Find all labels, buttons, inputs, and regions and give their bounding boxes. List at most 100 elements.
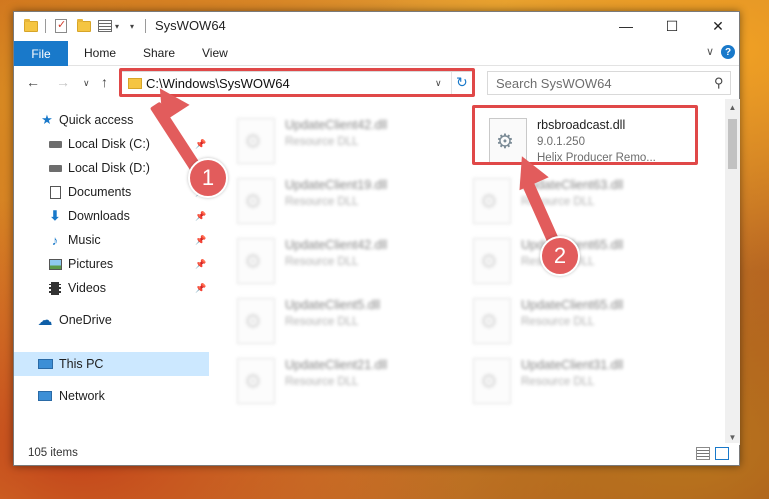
pictures-icon	[47, 256, 63, 272]
sidebar-item-quick-access[interactable]: ★ Quick access	[14, 108, 209, 132]
customize-quick-access-icon[interactable]: ▾	[130, 18, 134, 34]
file-item[interactable]: UpdateClient65.dll Resource DLL	[473, 234, 703, 292]
sidebar-item-label: Music	[68, 233, 101, 247]
sidebar-item-downloads[interactable]: ⬇ Downloads 📌	[14, 204, 209, 228]
sidebar-item-local-disk-d[interactable]: Local Disk (D:)	[14, 156, 209, 180]
sidebar-item-this-pc[interactable]: This PC	[14, 352, 209, 376]
dll-file-icon	[473, 358, 511, 404]
recent-locations-icon[interactable]: ∨	[83, 78, 90, 89]
dll-file-icon	[237, 298, 275, 344]
step-2-badge: 2	[540, 236, 580, 276]
file-name: UpdateClient42.dll	[285, 238, 388, 252]
drive-icon	[47, 136, 63, 152]
file-type: Resource DLL	[285, 196, 359, 208]
file-type: Resource DLL	[285, 256, 359, 268]
dll-file-icon	[473, 298, 511, 344]
quick-access-separator	[45, 18, 46, 34]
downloads-icon: ⬇	[49, 208, 61, 223]
scroll-up-icon[interactable]: ▲	[725, 99, 740, 115]
star-icon: ★	[41, 112, 53, 127]
ribbon-tabs: File Home Share View ∨ ?	[14, 40, 739, 66]
item-count: 105 items	[28, 447, 78, 459]
view-icon[interactable]	[98, 18, 112, 34]
file-item[interactable]: UpdateClient42.dll Resource DLL	[237, 114, 467, 172]
minimize-button[interactable]: —	[603, 12, 649, 40]
file-type: Resource DLL	[285, 136, 359, 148]
folder-icon	[24, 18, 38, 34]
file-item[interactable]: UpdateClient19.dll Resource DLL	[237, 174, 467, 232]
sidebar-item-music[interactable]: ♪ Music 📌	[14, 228, 209, 252]
large-icons-view-icon[interactable]	[715, 447, 729, 460]
sidebar-item-label: OneDrive	[59, 313, 112, 327]
tab-view[interactable]: View	[202, 46, 228, 60]
file-highlight	[472, 105, 698, 165]
tab-home[interactable]: Home	[84, 46, 116, 60]
sidebar-item-network[interactable]: Network	[14, 384, 209, 408]
sidebar-item-label: This PC	[59, 357, 104, 371]
network-icon	[37, 388, 53, 404]
sidebar-item-onedrive[interactable]: ☁ OneDrive	[14, 308, 209, 332]
music-icon: ♪	[51, 232, 59, 248]
tab-share[interactable]: Share	[143, 46, 175, 60]
file-item[interactable]: UpdateClient31.dll Resource DLL	[473, 354, 703, 412]
file-name: UpdateClient31.dll	[521, 358, 624, 372]
sidebar-item-label: Documents	[68, 185, 132, 199]
sidebar-item-documents[interactable]: Documents 📌	[14, 180, 209, 204]
drive-icon	[47, 160, 63, 176]
sidebar-item-videos[interactable]: Videos 📌	[14, 276, 209, 300]
customize-toolbar-dropdown-icon[interactable]: ▾	[115, 18, 119, 34]
dll-file-icon	[473, 178, 511, 224]
pin-icon[interactable]: 📌	[195, 235, 206, 246]
scrollbar-thumb[interactable]	[728, 119, 737, 169]
search-icon[interactable]: ⚲	[714, 75, 724, 91]
videos-icon	[47, 280, 63, 296]
vertical-scrollbar[interactable]: ▲ ▼	[725, 99, 740, 445]
pin-icon[interactable]: 📌	[195, 283, 206, 294]
title-separator	[145, 18, 146, 34]
sidebar-item-label: Videos	[68, 281, 106, 295]
file-type: Resource DLL	[285, 316, 359, 328]
dll-file-icon	[237, 118, 275, 164]
file-item[interactable]: UpdateClient65.dll Resource DLL	[473, 294, 703, 352]
dll-file-icon	[237, 358, 275, 404]
up-arrow-icon[interactable]: ↑	[101, 74, 108, 90]
pin-icon[interactable]: 📌	[195, 139, 206, 150]
file-item[interactable]: UpdateClient63.dll Resource DLL	[473, 174, 703, 232]
file-name: UpdateClient65.dll	[521, 298, 624, 312]
expand-ribbon-icon[interactable]: ∨	[706, 45, 714, 58]
new-folder-icon[interactable]	[77, 18, 91, 34]
documents-icon	[47, 184, 63, 200]
properties-icon[interactable]	[55, 18, 67, 34]
search-box[interactable]: Search SysWOW64 ⚲	[487, 71, 731, 95]
file-type: Resource DLL	[521, 316, 595, 328]
help-icon[interactable]: ?	[721, 45, 735, 59]
sidebar-item-label: Quick access	[59, 113, 134, 127]
step-1-badge: 1	[188, 158, 228, 198]
dll-file-icon	[237, 238, 275, 284]
pin-icon[interactable]: 📌	[195, 211, 206, 222]
forward-arrow-icon[interactable]: →	[56, 74, 70, 90]
status-bar: 105 items	[14, 443, 739, 465]
sidebar-item-pictures[interactable]: Pictures 📌	[14, 252, 209, 276]
onedrive-icon: ☁	[37, 312, 53, 329]
file-item[interactable]: UpdateClient5.dll Resource DLL	[237, 294, 467, 352]
sidebar-item-label: Local Disk (D:)	[68, 161, 150, 175]
file-type: Resource DLL	[285, 376, 359, 388]
back-arrow-icon[interactable]: ←	[26, 74, 40, 90]
close-button[interactable]: ✕	[695, 12, 741, 40]
file-type: Resource DLL	[521, 376, 595, 388]
computer-icon	[37, 356, 53, 372]
file-name: UpdateClient19.dll	[285, 178, 388, 192]
file-item[interactable]: UpdateClient42.dll Resource DLL	[237, 234, 467, 292]
search-input[interactable]: Search SysWOW64	[496, 76, 612, 91]
dll-file-icon	[473, 238, 511, 284]
window-title: SysWOW64	[155, 18, 226, 33]
file-name: UpdateClient21.dll	[285, 358, 388, 372]
pin-icon[interactable]: 📌	[195, 259, 206, 270]
file-item[interactable]: UpdateClient21.dll Resource DLL	[237, 354, 467, 412]
dll-file-icon	[237, 178, 275, 224]
tab-file[interactable]: File	[14, 41, 68, 66]
details-view-icon[interactable]	[696, 447, 710, 460]
maximize-button[interactable]: ☐	[649, 12, 695, 40]
file-name: UpdateClient5.dll	[285, 298, 381, 312]
